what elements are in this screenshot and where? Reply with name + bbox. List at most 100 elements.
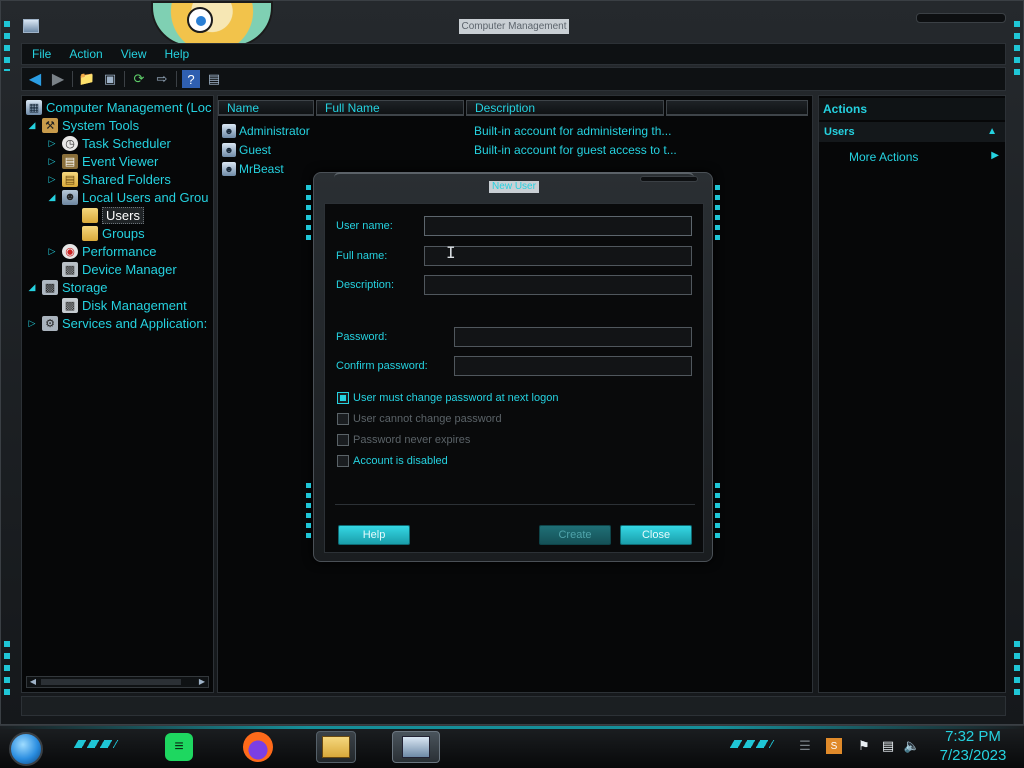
- tree-item-users[interactable]: Users: [82, 206, 144, 224]
- expand-chevron-icon[interactable]: ▷: [46, 174, 58, 185]
- firefox-icon[interactable]: [241, 731, 275, 763]
- horizontal-scrollbar[interactable]: ◀ ▶: [26, 676, 209, 688]
- expand-chevron-icon[interactable]: ▷: [46, 138, 58, 149]
- close-button[interactable]: Close: [620, 525, 692, 545]
- tree-item-groups[interactable]: Groups: [82, 224, 145, 242]
- collapse-up-icon[interactable]: ▲: [987, 122, 997, 142]
- scroll-right-icon[interactable]: ▶: [196, 677, 208, 687]
- tree-item-performance[interactable]: ▷ ◉ Performance: [46, 242, 156, 260]
- checkbox-box[interactable]: [337, 392, 349, 404]
- show-hide-action-pane-icon[interactable]: ▤: [205, 70, 223, 88]
- list-item-guest[interactable]: ☻ Guest Built-in account for guest acces…: [222, 141, 677, 159]
- clock-time[interactable]: 7:32 PM: [940, 728, 1006, 745]
- list-item-administrator[interactable]: ☻ Administrator Built-in account for adm…: [222, 122, 671, 140]
- more-actions-item[interactable]: More Actions ▶: [849, 150, 999, 166]
- start-button[interactable]: [9, 732, 43, 766]
- sublime-text-icon[interactable]: S: [826, 738, 842, 754]
- menu-action[interactable]: Action: [69, 47, 102, 61]
- expand-chevron-icon[interactable]: ▷: [26, 318, 38, 329]
- computer-glyph: [402, 736, 430, 758]
- menu-view[interactable]: View: [121, 47, 147, 61]
- folder-glyph: [322, 736, 350, 758]
- tree-item-label: Shared Folders: [82, 171, 171, 187]
- column-header-name[interactable]: Name: [218, 100, 314, 116]
- expand-chevron-icon[interactable]: ▷: [46, 246, 58, 257]
- user-name: Guest: [239, 143, 272, 157]
- computer-management-taskbar-icon[interactable]: [392, 731, 440, 763]
- scrollbar-thumb[interactable]: [41, 679, 181, 685]
- spotify-glyph: ≡: [165, 733, 193, 761]
- file-explorer-icon[interactable]: [316, 731, 356, 763]
- spotify-icon[interactable]: ≡: [162, 731, 196, 763]
- tree-item-disk-management[interactable]: ▩ Disk Management: [62, 296, 187, 314]
- checkbox-must-change-password[interactable]: User must change password at next logon: [337, 390, 558, 406]
- tree-item-local-users-groups[interactable]: ◢ ☻ Local Users and Grou: [46, 188, 208, 206]
- column-header-blank[interactable]: [666, 100, 808, 116]
- tree-item-shared-folders[interactable]: ▷ ▤ Shared Folders: [46, 170, 171, 188]
- description-field[interactable]: [424, 275, 692, 295]
- frame-decoration: [1014, 641, 1020, 701]
- actions-pane: Actions Users ▲ More Actions ▶: [818, 95, 1006, 693]
- scroll-left-icon[interactable]: ◀: [27, 677, 39, 687]
- checkbox-box: [337, 434, 349, 446]
- toolbar-separator: [72, 71, 73, 87]
- dialog-title: New User: [489, 181, 539, 193]
- collapse-chevron-icon[interactable]: ◢: [46, 192, 58, 203]
- taskbar-decoration: [73, 740, 119, 748]
- dialog-body: User name: Full name: Description: Passw…: [324, 203, 704, 553]
- tree-item-event-viewer[interactable]: ▷ ▤ Event Viewer: [46, 152, 158, 170]
- column-header-description[interactable]: Description: [466, 100, 664, 116]
- dialog-divider: [335, 504, 695, 505]
- checkbox-box[interactable]: [337, 455, 349, 467]
- username-field[interactable]: [424, 216, 692, 236]
- help-button[interactable]: Help: [338, 525, 410, 545]
- title-bar[interactable]: Computer Management: [1, 1, 1023, 47]
- show-hide-tree-icon[interactable]: ▣: [101, 70, 119, 88]
- expand-chevron-icon[interactable]: ▷: [46, 156, 58, 167]
- column-header-full-name[interactable]: Full Name: [316, 100, 464, 116]
- submenu-arrow-icon: ▶: [991, 150, 999, 161]
- export-list-icon[interactable]: ⇨: [153, 70, 171, 88]
- text-cursor-icon: I: [446, 243, 456, 262]
- password-field[interactable]: [454, 327, 692, 347]
- up-folder-icon[interactable]: 📁: [78, 70, 96, 88]
- refresh-icon[interactable]: ⟳: [130, 70, 148, 88]
- confirm-password-field[interactable]: [454, 356, 692, 376]
- menu-bar: File Action View Help: [21, 43, 1006, 65]
- list-item-mrbeast[interactable]: ☻ MrBeast: [222, 160, 284, 178]
- list-header: Name Full Name Description: [218, 100, 812, 116]
- more-actions-label: More Actions: [849, 150, 919, 164]
- fullname-field[interactable]: [424, 246, 692, 266]
- menu-file[interactable]: File: [32, 47, 51, 61]
- tree-item-label: Services and Application:: [62, 315, 208, 331]
- tree-item-system-tools[interactable]: ◢ ⚒ System Tools: [26, 116, 139, 134]
- toolbar: ◀ ▶ 📁 ▣ ⟳ ⇨ ? ▤: [21, 67, 1006, 91]
- menu-help[interactable]: Help: [165, 47, 190, 61]
- tree-item-services-applications[interactable]: ▷ ⚙ Services and Application:: [26, 314, 207, 332]
- window-controls[interactable]: [916, 13, 1006, 23]
- tree-item-device-manager[interactable]: ▩ Device Manager: [62, 260, 177, 278]
- tree-item-storage[interactable]: ◢ ▩ Storage: [26, 278, 108, 296]
- collapse-chevron-icon[interactable]: ◢: [26, 282, 38, 293]
- tree-item-computer-management[interactable]: ▦ Computer Management (Loc: [26, 98, 211, 116]
- show-hidden-icons[interactable]: ☰: [795, 738, 815, 754]
- performance-icon: ◉: [62, 243, 78, 259]
- network-icon[interactable]: ▤: [880, 738, 896, 754]
- back-arrow-icon[interactable]: ◀: [26, 70, 44, 88]
- dialog-title-controls[interactable]: [640, 176, 698, 182]
- confirm-password-label: Confirm password:: [336, 360, 428, 372]
- clock-date[interactable]: 7/23/2023: [934, 747, 1012, 764]
- tree-item-task-scheduler[interactable]: ▷ ◷ Task Scheduler: [46, 134, 171, 152]
- collapse-chevron-icon[interactable]: ◢: [26, 120, 38, 131]
- forward-arrow-icon[interactable]: ▶: [49, 70, 67, 88]
- actions-section-users[interactable]: Users ▲: [819, 122, 1005, 142]
- help-icon[interactable]: ?: [182, 70, 200, 88]
- dialog-frame-decoration: [715, 185, 720, 243]
- user-description: Built-in account for administering th...: [474, 124, 672, 138]
- checkbox-account-disabled[interactable]: Account is disabled: [337, 453, 448, 469]
- computer-management-icon[interactable]: [23, 19, 39, 33]
- tree-item-label: Users: [102, 206, 144, 224]
- flag-icon[interactable]: ⚑: [856, 738, 872, 754]
- new-user-dialog: New User User name: Full name: Descripti…: [306, 172, 720, 562]
- volume-icon[interactable]: 🔈: [903, 738, 921, 754]
